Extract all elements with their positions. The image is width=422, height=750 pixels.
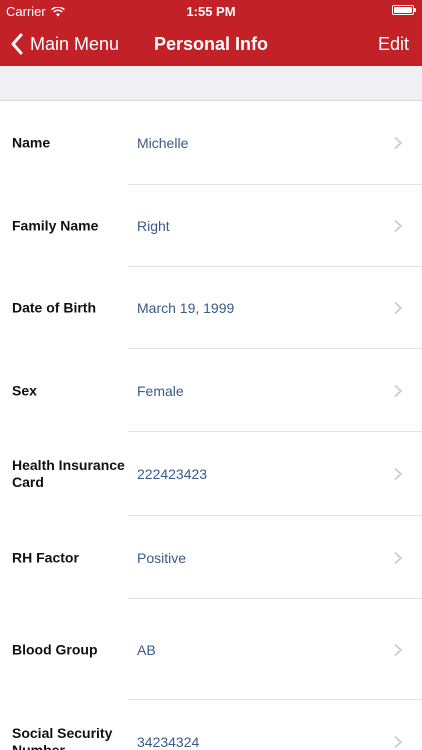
- row-label: Name: [12, 134, 51, 151]
- battery-fill: [394, 7, 412, 13]
- chevron-right-icon: [394, 467, 402, 481]
- row-family-name[interactable]: Family Name Right: [0, 185, 422, 267]
- row-name[interactable]: Name Michelle: [0, 101, 422, 185]
- nav-bar: Main Menu Personal Info Edit: [0, 22, 422, 66]
- edit-button[interactable]: Edit: [378, 22, 409, 66]
- row-label: Blood Group: [12, 641, 98, 657]
- row-label: RH Factor: [12, 549, 79, 565]
- row-label: Health Insurance Card: [12, 457, 125, 490]
- row-label: Family Name: [12, 217, 99, 234]
- row-value: Michelle: [137, 135, 189, 151]
- chevron-right-icon: [394, 643, 402, 656]
- chevron-left-icon: [11, 33, 23, 55]
- row-label: Sex: [12, 382, 37, 398]
- row-rh-factor[interactable]: RH Factor Positive: [0, 516, 422, 599]
- section-separator: [0, 66, 422, 101]
- row-value: AB: [137, 641, 156, 658]
- chevron-right-icon: [394, 219, 402, 233]
- row-value: Female: [137, 382, 184, 399]
- row-value: 34234324: [137, 734, 200, 750]
- row-sex[interactable]: Sex Female: [0, 349, 422, 432]
- chevron-right-icon: [394, 301, 402, 315]
- back-button-label: Main Menu: [30, 33, 120, 54]
- row-value: Positive: [137, 549, 187, 566]
- row-health-insurance-card[interactable]: Health Insurance Card 222423423: [0, 432, 422, 516]
- screen: Carrier 1:55 PM Main Menu Personal Info: [0, 0, 422, 750]
- status-time: 1:55 PM: [186, 4, 236, 19]
- row-blood-group[interactable]: Blood Group AB: [0, 599, 422, 700]
- row-social-security-number[interactable]: Social Security Number 34234324: [0, 700, 422, 750]
- row-label: Date of Birth: [12, 299, 96, 316]
- chevron-right-icon: [394, 735, 402, 749]
- row-date-of-birth[interactable]: Date of Birth March 19, 1999: [0, 267, 422, 349]
- personal-info-list: Name Michelle Family Name Right Date of …: [0, 101, 422, 750]
- row-value: 222423423: [137, 466, 208, 482]
- row-label: Social Security Number: [12, 725, 113, 750]
- chevron-right-icon: [394, 551, 402, 564]
- header: Carrier 1:55 PM Main Menu Personal Info: [0, 0, 422, 66]
- row-value: March 19, 1999: [137, 300, 235, 316]
- chevron-right-icon: [394, 384, 402, 397]
- chevron-right-icon: [394, 136, 402, 150]
- status-bar: Carrier 1:55 PM: [0, 0, 422, 22]
- back-button[interactable]: Main Menu: [10, 22, 119, 66]
- battery-icon: [392, 5, 416, 15]
- row-value: Right: [137, 218, 170, 234]
